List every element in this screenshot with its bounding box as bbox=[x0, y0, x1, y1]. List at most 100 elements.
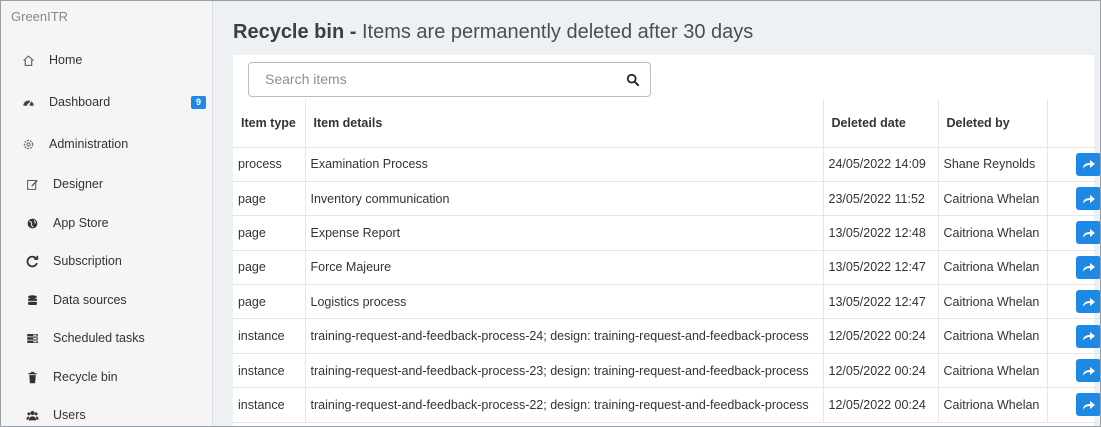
cell-deleted-by: Caitriona Whelan bbox=[938, 250, 1048, 286]
restore-button[interactable] bbox=[1076, 255, 1100, 279]
cell-deleted-date: 12/05/2022 00:24 bbox=[823, 353, 939, 389]
cell-deleted-date: 13/05/2022 12:47 bbox=[823, 284, 939, 320]
brand-name: GreenITR bbox=[11, 9, 69, 24]
cell-item-details: training-request-and-feedback-process-24… bbox=[305, 318, 824, 354]
cell-item-type: page bbox=[233, 181, 306, 217]
cell-deleted-date: 23/05/2022 11:52 bbox=[823, 181, 939, 217]
column-header-item-details: Item details bbox=[305, 99, 824, 148]
cell-actions bbox=[1047, 284, 1100, 320]
table-row: instance training-request-and-feedback-p… bbox=[233, 387, 1100, 423]
share-arrow-icon bbox=[1082, 160, 1095, 170]
sidebar-item-label: Designer bbox=[53, 177, 104, 191]
table-row: instance training-request-and-feedback-p… bbox=[233, 318, 1100, 354]
cell-item-type: instance bbox=[233, 387, 306, 423]
gear-icon bbox=[21, 137, 35, 151]
cell-item-details: training-request-and-feedback-process-22… bbox=[305, 387, 824, 423]
cell-deleted-by: Caitriona Whelan bbox=[938, 387, 1048, 423]
cell-actions bbox=[1047, 250, 1100, 286]
cell-deleted-by: Shane Reynolds bbox=[938, 147, 1048, 182]
column-header-deleted-date: Deleted date bbox=[823, 99, 939, 148]
sidebar-item-label: Scheduled tasks bbox=[53, 331, 145, 345]
page-title: Recycle bin - Items are permanently dele… bbox=[233, 21, 753, 44]
cell-item-type: page bbox=[233, 215, 306, 251]
share-arrow-icon bbox=[1082, 228, 1095, 238]
cell-deleted-by: Caitriona Whelan bbox=[938, 318, 1048, 354]
trash-icon bbox=[25, 370, 39, 384]
table-row: page Force Majeure 13/05/2022 12:47 Cait… bbox=[233, 250, 1100, 286]
cell-actions bbox=[1047, 353, 1100, 389]
main-content: Recycle bin - Items are permanently dele… bbox=[213, 1, 1100, 426]
cell-deleted-by: Caitriona Whelan bbox=[938, 215, 1048, 251]
restore-button[interactable] bbox=[1076, 187, 1100, 211]
sidebar-item-recycle-bin[interactable]: Recycle bin bbox=[1, 362, 212, 392]
cell-item-details: Logistics process bbox=[305, 284, 824, 320]
restore-button[interactable] bbox=[1076, 324, 1100, 348]
cell-item-details: Expense Report bbox=[305, 215, 824, 251]
sidebar-item-label: Home bbox=[49, 53, 83, 67]
share-arrow-icon bbox=[1082, 263, 1095, 273]
sidebar-item-users[interactable]: Users bbox=[1, 400, 212, 426]
column-header-actions bbox=[1047, 99, 1100, 148]
cell-item-type: instance bbox=[233, 318, 306, 354]
globe-icon bbox=[25, 216, 39, 230]
sidebar-item-app-store[interactable]: App Store bbox=[1, 208, 212, 238]
sidebar-item-data-sources[interactable]: Data sources bbox=[1, 285, 212, 315]
notification-badge: 9 bbox=[190, 96, 206, 109]
refresh-icon bbox=[25, 254, 39, 268]
table-row: page Logistics process 13/05/2022 12:47 … bbox=[233, 284, 1100, 320]
recycle-bin-panel: Item type Item details Deleted date Dele… bbox=[233, 55, 1100, 426]
cell-actions bbox=[1047, 318, 1100, 354]
sidebar-item-label: Recycle bin bbox=[53, 370, 118, 384]
share-arrow-icon bbox=[1082, 194, 1095, 204]
search-input[interactable] bbox=[265, 71, 605, 87]
cell-actions bbox=[1047, 215, 1100, 251]
sidebar-item-label: Dashboard bbox=[49, 95, 111, 109]
cell-item-details: training-request-and-feedback-process-23… bbox=[305, 353, 824, 389]
users-icon bbox=[25, 408, 39, 422]
recycle-bin-table: Item type Item details Deleted date Dele… bbox=[233, 99, 1100, 423]
sidebar-item-label: Data sources bbox=[53, 293, 127, 307]
sidebar-item-label: Users bbox=[53, 408, 86, 422]
restore-button[interactable] bbox=[1076, 290, 1100, 314]
sidebar-item-label: App Store bbox=[53, 216, 109, 230]
page-title-subtitle: Items are permanently deleted after 30 d… bbox=[361, 21, 754, 43]
page-title-main: Recycle bin - bbox=[233, 21, 357, 43]
cell-actions bbox=[1047, 147, 1100, 182]
search-icon[interactable] bbox=[626, 73, 640, 87]
share-arrow-icon bbox=[1082, 400, 1095, 410]
cell-deleted-date: 13/05/2022 12:47 bbox=[823, 250, 939, 286]
cell-deleted-date: 12/05/2022 00:24 bbox=[823, 318, 939, 354]
cell-item-details: Inventory communication bbox=[305, 181, 824, 217]
table-row: page Inventory communication 23/05/2022 … bbox=[233, 181, 1100, 217]
home-icon bbox=[21, 53, 35, 67]
cell-deleted-date: 12/05/2022 00:24 bbox=[823, 387, 939, 423]
share-arrow-icon bbox=[1082, 366, 1095, 376]
restore-button[interactable] bbox=[1076, 393, 1100, 417]
cell-deleted-by: Caitriona Whelan bbox=[938, 284, 1048, 320]
sidebar-item-home[interactable]: Home bbox=[1, 45, 212, 75]
cell-item-details: Force Majeure bbox=[305, 250, 824, 286]
sidebar-item-designer[interactable]: Designer bbox=[1, 169, 212, 199]
database-icon bbox=[25, 293, 39, 307]
search-box bbox=[248, 62, 651, 97]
table-row: process Examination Process 24/05/2022 1… bbox=[233, 147, 1100, 182]
sidebar-item-administration[interactable]: Administration bbox=[1, 129, 212, 159]
cell-item-type: process bbox=[233, 147, 306, 182]
tasks-icon bbox=[25, 331, 39, 345]
edit-icon bbox=[25, 177, 39, 191]
table-header-row: Item type Item details Deleted date Dele… bbox=[233, 99, 1100, 148]
restore-button[interactable] bbox=[1076, 359, 1100, 383]
share-arrow-icon bbox=[1082, 297, 1095, 307]
cell-item-details: Examination Process bbox=[305, 147, 824, 182]
sidebar-item-scheduled-tasks[interactable]: Scheduled tasks bbox=[1, 323, 212, 353]
sidebar-item-label: Subscription bbox=[53, 254, 122, 268]
share-arrow-icon bbox=[1082, 332, 1095, 342]
restore-button[interactable] bbox=[1076, 221, 1100, 245]
dashboard-icon bbox=[21, 95, 35, 109]
cell-deleted-by: Caitriona Whelan bbox=[938, 181, 1048, 217]
cell-deleted-by: Caitriona Whelan bbox=[938, 353, 1048, 389]
cell-actions bbox=[1047, 181, 1100, 217]
sidebar-item-dashboard[interactable]: Dashboard 9 bbox=[1, 87, 212, 117]
sidebar-item-subscription[interactable]: Subscription bbox=[1, 246, 212, 276]
restore-button[interactable] bbox=[1076, 152, 1100, 176]
